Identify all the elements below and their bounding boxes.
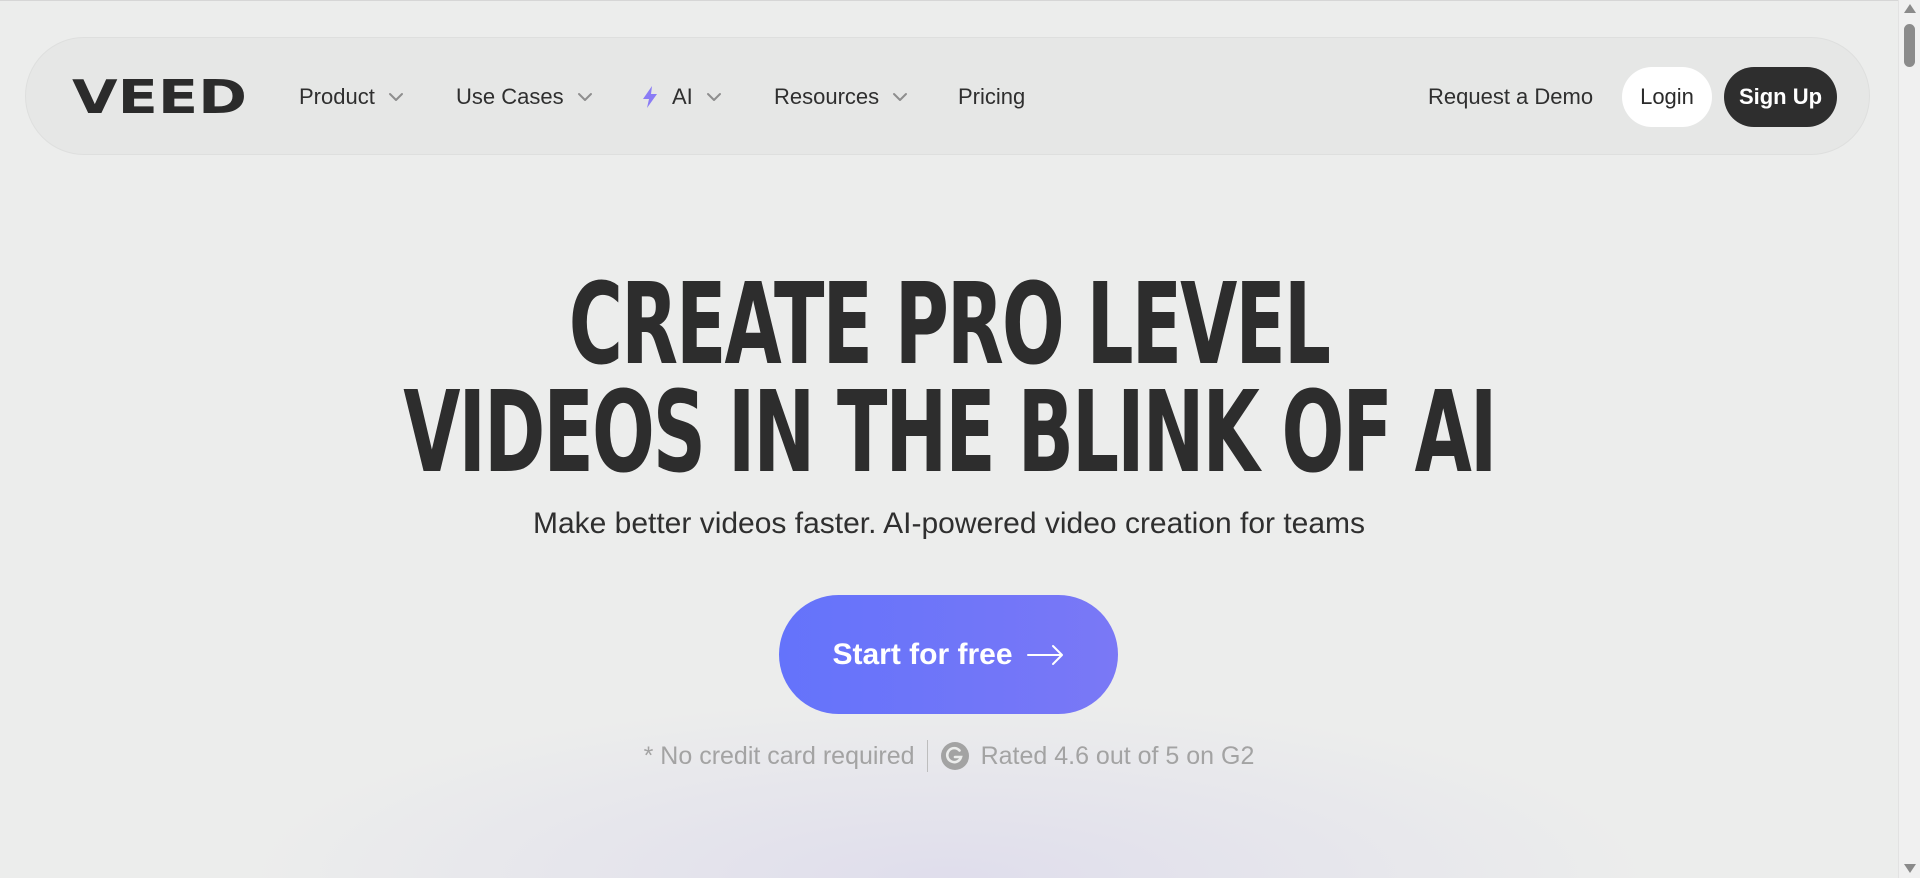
hero-subheadline: Make better videos faster. AI-powered vi… [532, 507, 1366, 540]
g2-logo-icon [940, 742, 969, 770]
nav-item-use-cases-label: Use Cases [456, 84, 564, 109]
signup-button[interactable]: Sign Up [1724, 67, 1837, 127]
nav-item-resources-label: Resources [774, 84, 880, 109]
hero-headline-line-2-text: VIDEOS IN THE BLINK OF AI [402, 368, 1497, 498]
window-top-border [0, 0, 1898, 1]
arrow-right-icon [1026, 644, 1063, 665]
footnote-divider [926, 740, 928, 772]
nav-item-ai-label: AI [672, 84, 693, 109]
nav-item-product-label: Product [299, 84, 375, 109]
chevron-down-icon [388, 93, 403, 101]
nav-item-ai[interactable]: AI [640, 38, 723, 156]
request-demo-link[interactable]: Request a Demo [1428, 38, 1593, 156]
nav-item-pricing[interactable]: Pricing [958, 38, 1025, 156]
nav-item-pricing-label: Pricing [958, 84, 1026, 109]
hero-headline-line-2: VIDEOS IN THE BLINK OF AI [0, 368, 1898, 498]
scrollbar-thumb[interactable] [1904, 24, 1915, 67]
vertical-scrollbar[interactable] [1898, 0, 1920, 878]
veed-logo[interactable]: VEED [72, 70, 247, 124]
g2-rating-text: Rated 4.6 out of 5 on G2 [980, 741, 1255, 770]
chevron-down-icon [706, 93, 721, 101]
top-navigation-bar: VEED Product Use Cases AI Resources Pric… [25, 37, 1870, 155]
scroll-up-arrow-icon[interactable] [1904, 4, 1916, 13]
hero-headline-line-1-text: CREATE PRO LEVEL [568, 260, 1331, 390]
start-for-free-button[interactable]: Start for free [779, 595, 1118, 714]
start-for-free-label: Start for free [832, 637, 1013, 671]
no-credit-card-note: * No credit card required [643, 741, 915, 770]
chevron-down-icon [577, 93, 592, 101]
hero-footnote-row: * No credit card required Rated 4.6 out … [0, 740, 1898, 772]
nav-item-product[interactable]: Product [299, 38, 405, 156]
nav-item-use-cases[interactable]: Use Cases [456, 38, 594, 156]
veed-logo-mark: VEED [72, 70, 247, 124]
chevron-down-icon [893, 93, 908, 101]
scroll-down-arrow-icon[interactable] [1904, 864, 1916, 873]
page: VEED Product Use Cases AI Resources Pric… [0, 0, 1898, 878]
lightning-bolt-icon [643, 86, 657, 108]
hero-headline-line-1: CREATE PRO LEVEL [0, 260, 1898, 390]
logo-text: VEED [72, 75, 247, 117]
nav-item-resources[interactable]: Resources [774, 38, 909, 156]
login-button[interactable]: Login [1622, 67, 1712, 127]
